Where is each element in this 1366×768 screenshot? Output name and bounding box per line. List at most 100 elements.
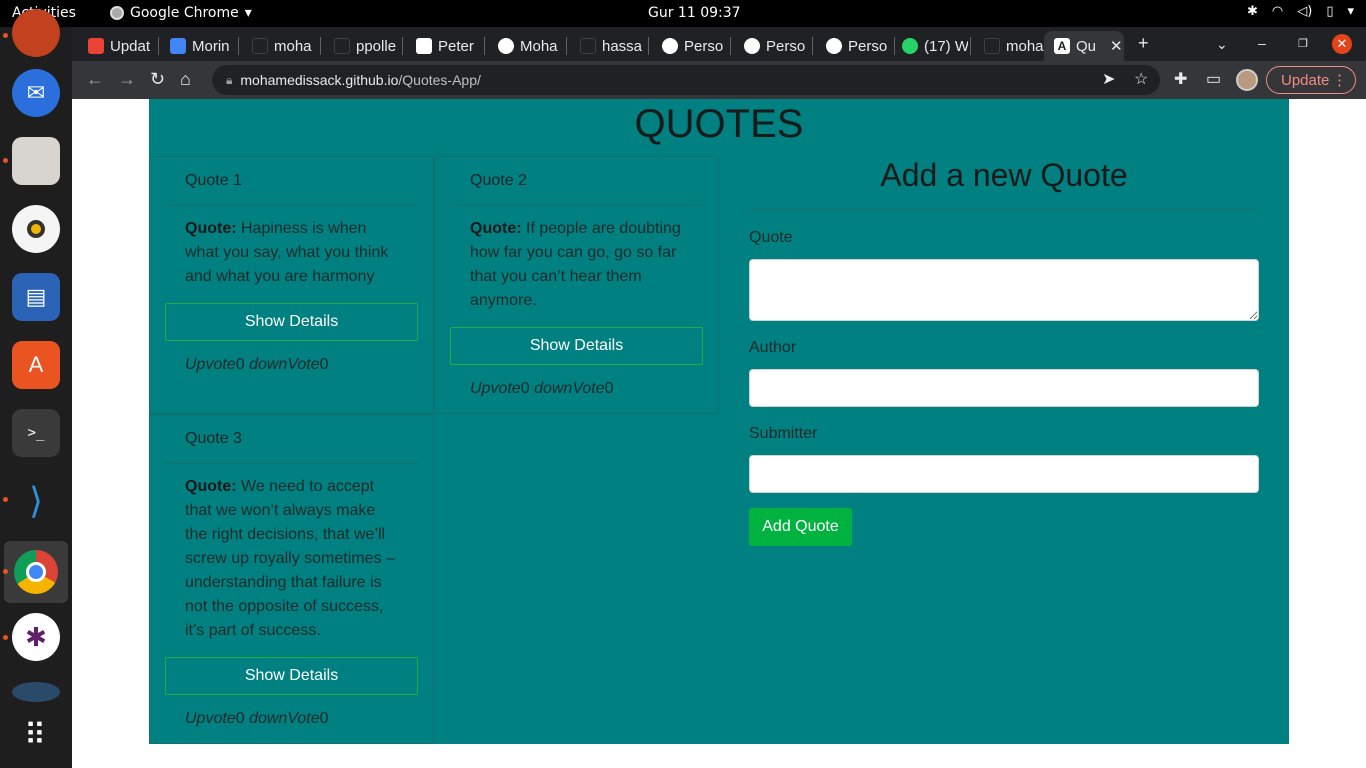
terminal-icon[interactable]: >_ xyxy=(12,409,60,457)
app-menu[interactable]: Google Chrome ▾ xyxy=(110,5,252,21)
bookmark-star-icon[interactable]: ☆ xyxy=(1134,69,1148,89)
profile-avatar[interactable] xyxy=(1236,69,1258,91)
figma-like-icon xyxy=(416,38,432,54)
close-window-button[interactable]: ✕ xyxy=(1332,34,1352,54)
tab-3[interactable]: ppolle xyxy=(320,31,400,61)
files-icon[interactable] xyxy=(12,137,60,185)
author-field-label: Author xyxy=(749,339,797,356)
show-details-button[interactable]: Show Details xyxy=(165,303,418,341)
running-indicator xyxy=(3,33,8,38)
divider xyxy=(165,205,418,206)
submitter-input[interactable] xyxy=(749,455,1259,493)
quote-field-label: Quote xyxy=(749,229,793,246)
caret-down-icon: ▾ xyxy=(244,5,252,21)
tab-8[interactable]: Perso xyxy=(730,31,810,61)
tab-11[interactable]: moha xyxy=(970,31,1046,61)
chrome-icon[interactable] xyxy=(4,541,68,603)
new-tab-button[interactable]: + xyxy=(1138,33,1149,54)
show-details-button[interactable]: Show Details xyxy=(450,327,703,365)
quotes-app: QUOTES Quote 1 Quote: Hapiness is when w… xyxy=(149,99,1289,744)
tab-strip: Updat Morin moha ppolle Peter Moha hassa… xyxy=(72,27,1366,61)
ubuntu-dock: ✉ ▤ A >_ ⟩ ✱ ⠿ xyxy=(0,9,72,768)
clock[interactable]: Gur 11 09:37 xyxy=(648,5,741,21)
github-icon xyxy=(580,38,596,54)
software-icon[interactable]: A xyxy=(12,341,60,389)
divider xyxy=(450,205,703,206)
vscode-icon[interactable]: ⟩ xyxy=(12,477,60,525)
apps-grid-icon[interactable]: ⠿ xyxy=(12,711,60,759)
quote-card: Quote 1 Quote: Hapiness is when what you… xyxy=(149,156,434,414)
cast-icon[interactable]: ▭ xyxy=(1206,69,1221,89)
forward-button[interactable]: → xyxy=(118,69,136,90)
quote-card: Quote 2 Quote: If people are doubting ho… xyxy=(434,156,719,414)
volume-icon: ◁) xyxy=(1297,4,1313,19)
slack-tray-icon[interactable]: ✱ xyxy=(1247,4,1258,19)
battery-icon: ▯ xyxy=(1326,4,1334,19)
home-button[interactable]: ⌂ xyxy=(180,69,191,90)
tab-2[interactable]: moha xyxy=(238,31,318,61)
show-details-button[interactable]: Show Details xyxy=(165,657,418,695)
form-title: Add a new Quote xyxy=(880,157,1128,193)
quote-card-title: Quote 2 xyxy=(470,172,527,189)
calendar-icon xyxy=(170,38,186,54)
tab-close-icon[interactable]: ✕ xyxy=(1110,37,1123,55)
divider xyxy=(749,209,1259,210)
running-indicator xyxy=(3,158,8,163)
wifi-icon: ◠ xyxy=(1271,4,1284,19)
github-icon xyxy=(252,38,268,54)
quote-prefix: Quote: xyxy=(185,478,237,495)
send-icon[interactable]: ➤ xyxy=(1102,69,1115,89)
quote-card: Quote 3 Quote: We need to accept that we… xyxy=(149,414,434,744)
page-content: QUOTES Quote 1 Quote: Hapiness is when w… xyxy=(72,99,1366,768)
more-menu-icon[interactable]: ⋮ xyxy=(1332,71,1347,89)
tab-5[interactable]: Moha xyxy=(484,31,564,61)
tab-active[interactable]: A Qu ✕ xyxy=(1044,31,1124,61)
tab-0[interactable]: Updat xyxy=(74,31,154,61)
writer-icon[interactable]: ▤ xyxy=(12,273,60,321)
address-bar[interactable]: 🔒︎ mohamedissack.github.io/Quotes-App/ xyxy=(212,65,1160,95)
firefox-icon[interactable] xyxy=(12,9,60,57)
github-icon xyxy=(334,38,350,54)
tab-1[interactable]: Morin xyxy=(156,31,236,61)
whatsapp-icon xyxy=(902,38,918,54)
quote-card-title: Quote 1 xyxy=(185,172,242,189)
caret-down-icon: ▾ xyxy=(1347,4,1354,19)
globe-icon xyxy=(744,38,760,54)
tab-9[interactable]: Perso xyxy=(812,31,892,61)
quote-card-title: Quote 3 xyxy=(185,430,242,447)
thunderbird-icon[interactable]: ✉ xyxy=(12,69,60,117)
running-indicator xyxy=(3,635,8,640)
partial-app-icon[interactable] xyxy=(12,682,60,702)
slack-icon[interactable]: ✱ xyxy=(12,613,60,661)
app-menu-label: Google Chrome xyxy=(130,5,239,21)
system-tray[interactable]: ✱ ◠ ◁) ▯ ▾ xyxy=(1247,4,1354,19)
globe-icon xyxy=(662,38,678,54)
globe-icon xyxy=(498,38,514,54)
gmail-icon xyxy=(88,38,104,54)
author-input[interactable] xyxy=(749,369,1259,407)
quote-text: Quote: We need to accept that we won’t a… xyxy=(185,478,395,639)
browser-toolbar: ← → ↻ ⌂ 🔒︎ mohamedissack.github.io/Quote… xyxy=(72,61,1366,99)
page-title: QUOTES xyxy=(634,102,804,146)
reload-button[interactable]: ↻ xyxy=(150,69,165,90)
add-quote-button[interactable]: Add Quote xyxy=(749,508,852,546)
rhythmbox-icon[interactable] xyxy=(12,205,60,253)
tab-search-chevron-icon[interactable]: ⌄ xyxy=(1216,36,1228,53)
update-button[interactable]: Update ⋮ xyxy=(1266,66,1356,94)
divider xyxy=(165,463,418,464)
tab-7[interactable]: Perso xyxy=(648,31,728,61)
chrome-small-icon xyxy=(110,6,124,20)
extensions-icon[interactable]: ✚ xyxy=(1174,69,1187,89)
lock-icon[interactable]: 🔒︎ xyxy=(226,73,232,88)
vote-counts: Upvote0 downVote0 xyxy=(185,710,329,727)
vote-counts: Upvote0 downVote0 xyxy=(470,380,614,397)
minimize-button[interactable]: – xyxy=(1258,35,1266,51)
quote-text: Quote: Hapiness is when what you say, wh… xyxy=(185,220,389,285)
tab-10[interactable]: (17) W xyxy=(888,31,968,61)
quote-textarea[interactable] xyxy=(749,259,1259,321)
maximize-button[interactable]: ❐ xyxy=(1298,37,1308,50)
running-indicator xyxy=(3,569,8,574)
tab-6[interactable]: hassa xyxy=(566,31,646,61)
back-button[interactable]: ← xyxy=(86,69,104,90)
tab-4[interactable]: Peter xyxy=(402,31,482,61)
